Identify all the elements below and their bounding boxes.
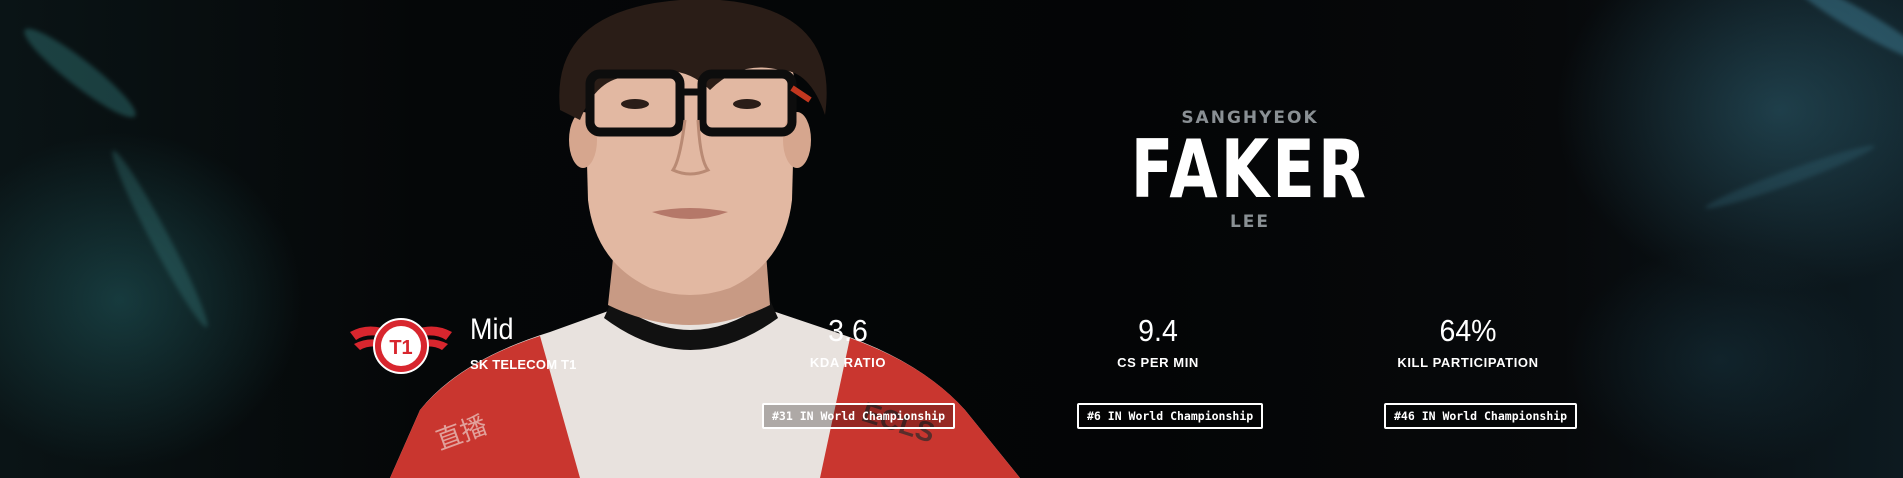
stat-value: 9.4 xyxy=(1138,313,1178,348)
rank-badge-kda[interactable]: #31 IN World Championship xyxy=(762,403,956,429)
rank-badge-kill-participation[interactable]: #46 IN World Championship xyxy=(1384,403,1578,429)
player-role: Mid xyxy=(470,313,514,346)
stat-value: 64% xyxy=(1439,313,1497,348)
team-name[interactable]: SK TELECOM T1 xyxy=(470,357,577,372)
background-streak xyxy=(105,146,215,332)
stat-kda-ratio: 3.6 KDA RATIO xyxy=(718,313,978,370)
stat-label: KILL PARTICIPATION xyxy=(1397,355,1539,370)
stat-value: 3.6 xyxy=(828,313,868,348)
player-portrait: 直播 ECLS xyxy=(380,0,1060,478)
player-handle: FAKER xyxy=(1130,123,1370,216)
svg-text:T1: T1 xyxy=(389,337,412,359)
background-streak xyxy=(16,19,144,127)
stat-label: KDA RATIO xyxy=(809,355,887,370)
background-streak xyxy=(1785,0,1903,71)
background-streak xyxy=(1703,139,1877,215)
skt-t1-logo-icon: T1 xyxy=(348,314,454,378)
rank-badge-cs[interactable]: #6 IN World Championship xyxy=(1077,403,1264,429)
player-name-block: SANGHYEOK FAKER LEE xyxy=(1080,108,1420,232)
stat-kill-participation: 64% KILL PARTICIPATION xyxy=(1338,313,1598,370)
player-hero-banner: 直播 ECLS SANGHYEOK FAKER LEE T1 Mid SK TE… xyxy=(0,0,1903,478)
stat-label: CS PER MIN xyxy=(1117,355,1199,370)
stat-cs-per-min: 9.4 CS PER MIN xyxy=(1028,313,1288,370)
